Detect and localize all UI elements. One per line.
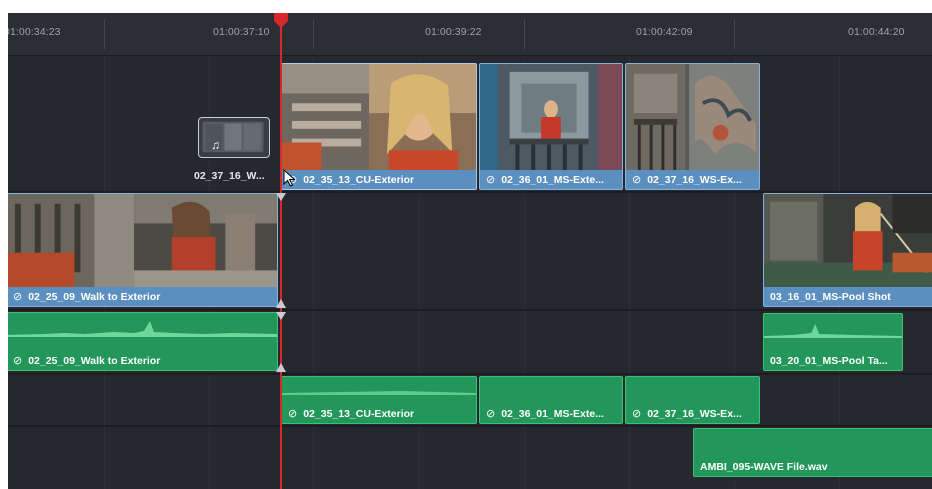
ruler-timecode: 01:00:39:22 (425, 26, 482, 38)
clip-thumbnail (626, 64, 759, 170)
audio-clip[interactable]: ⊘ 02_25_09_Walk to Exterior (8, 312, 278, 371)
playhead-handle[interactable] (273, 13, 289, 29)
link-icon: ⊘ (486, 408, 496, 420)
audio-clip[interactable]: ⊘ 02_37_16_WS-Ex... (625, 376, 760, 424)
clip-label: ⊘ 02_25_09_Walk to Exterior (13, 355, 161, 367)
link-icon: ⊘ (632, 408, 642, 420)
ruler-timecode: 01:00:44:20 (848, 26, 905, 38)
audio-waveform (8, 313, 277, 337)
track-separator (8, 373, 932, 375)
playhead-line[interactable] (280, 21, 282, 489)
link-icon: ⊘ (13, 291, 23, 303)
audio-waveform (764, 314, 902, 338)
ruler-tick (313, 19, 314, 49)
ruler-timecode: 01:00:42:09 (636, 26, 693, 38)
edit-point-marker (276, 193, 286, 201)
music-note-icon: ♫ (211, 138, 220, 152)
ruler-tick (524, 19, 525, 49)
ruler-timecode: 01:00:37:10 (213, 26, 270, 38)
clip-label: 03_20_01_MS-Pool Ta... (770, 355, 888, 367)
link-icon: ⊘ (288, 408, 298, 420)
track-separator (8, 309, 932, 311)
link-icon: ⊘ (13, 355, 23, 367)
audio-clip[interactable]: AMBI_095-WAVE File.wav (693, 428, 932, 477)
dragged-clip-label: 02_37_16_W... (194, 170, 265, 182)
clip-thumbnail (8, 194, 277, 287)
clip-thumbnail (480, 64, 622, 170)
timecode-ruler[interactable]: 01:00:34:23 01:00:37:10 01:00:39:22 01:0… (8, 13, 932, 56)
clip-label: ⊘ 02_37_16_WS-Ex... (632, 408, 742, 420)
clip-thumbnail (764, 194, 932, 287)
clip-label: ⊘ 02_36_01_MS-Exte... (486, 408, 604, 420)
audio-clip[interactable]: ⊘ 02_35_13_CU-Exterior (281, 376, 477, 424)
clip-label: ⊘ 02_25_09_Walk to Exterior (13, 291, 161, 303)
clip-label: ⊘ 02_37_16_WS-Ex... (632, 174, 742, 186)
mouse-pointer-icon (283, 169, 296, 187)
track-separator (8, 425, 932, 427)
video-clip[interactable]: 03_16_01_MS-Pool Shot (763, 193, 932, 307)
edit-point-marker (276, 299, 286, 308)
ruler-tick (104, 19, 105, 49)
audio-waveform (282, 377, 476, 395)
video-clip[interactable]: ⊘02_35_13_CU-Exterior (281, 63, 477, 190)
video-clip[interactable]: ⊘ 02_25_09_Walk to Exterior (8, 193, 278, 307)
link-icon: ⊘ (632, 174, 642, 186)
video-clip[interactable]: ⊘ 02_36_01_MS-Exte... (479, 63, 623, 190)
timeline-panel[interactable]: 01:00:34:23 01:00:37:10 01:00:39:22 01:0… (8, 13, 932, 489)
link-icon: ⊘ (486, 174, 496, 186)
clip-label: 03_16_01_MS-Pool Shot (770, 291, 891, 303)
ruler-tick (734, 19, 735, 49)
clip-label: ⊘02_35_13_CU-Exterior (288, 408, 415, 420)
clip-label: ⊘02_35_13_CU-Exterior (288, 173, 472, 186)
clip-thumbnail (282, 64, 476, 170)
clip-label: ⊘ 02_36_01_MS-Exte... (486, 174, 604, 186)
edit-point-marker (276, 312, 286, 320)
clip-label: AMBI_095-WAVE File.wav (700, 461, 828, 473)
video-clip[interactable]: ⊘ 02_37_16_WS-Ex... (625, 63, 760, 190)
edit-point-marker (276, 363, 286, 372)
dragged-clip-preview[interactable]: ♫ (198, 117, 270, 158)
audio-clip[interactable]: 03_20_01_MS-Pool Ta... (763, 313, 903, 371)
ruler-timecode: 01:00:34:23 (8, 26, 61, 38)
audio-clip[interactable]: ⊘ 02_36_01_MS-Exte... (479, 376, 623, 424)
